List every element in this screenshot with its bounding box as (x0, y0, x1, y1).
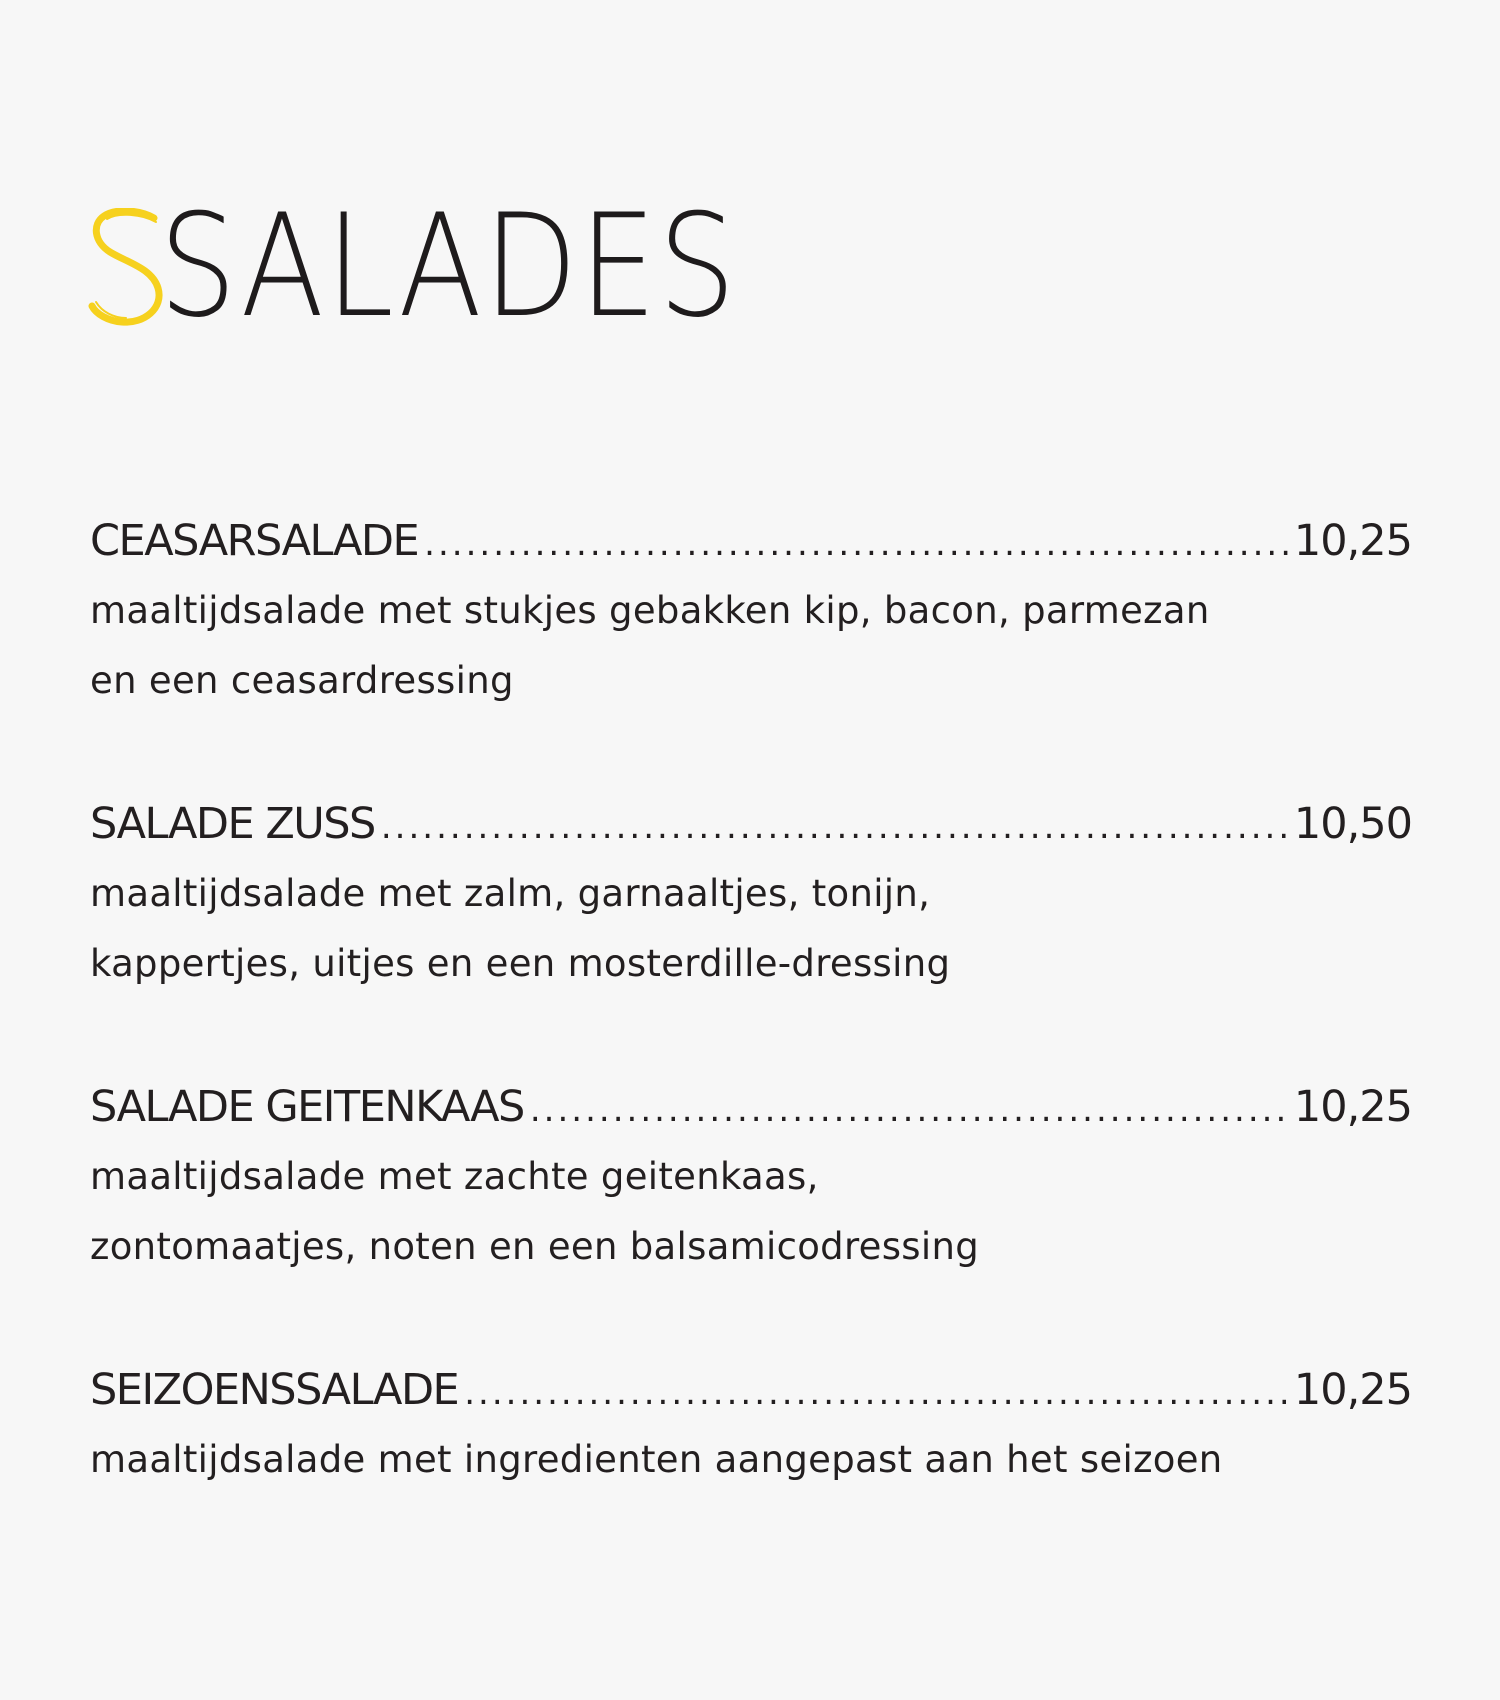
item-description-line: maaltijdsalade met stukjes gebakken kip,… (90, 589, 1210, 632)
item-price: 10,25 (1293, 516, 1413, 566)
yellow-s-logo-icon (88, 208, 163, 326)
item-price: 10,50 (1293, 799, 1413, 849)
item-description-line: en een ceasardressing (90, 659, 514, 702)
page-heading: SALADES (88, 184, 832, 349)
menu-item-row: SEIZOENSSALADE .........................… (90, 1359, 1413, 1421)
item-description-line: kappertjes, uitjes en een mosterdille-dr… (90, 942, 951, 985)
dot-leader: ........................................… (529, 1090, 1288, 1130)
menu-item: SALADE GEITENKAAS ......................… (90, 1076, 1413, 1359)
item-name: SEIZOENSSALADE (90, 1365, 460, 1415)
menu-item-row: CEASARSALADE ...........................… (90, 510, 1413, 572)
menu-list: CEASARSALADE ...........................… (90, 510, 1413, 1642)
menu-item-row: SALADE ZUSS ............................… (90, 793, 1413, 855)
item-price: 10,25 (1293, 1365, 1413, 1415)
item-name: SALADE ZUSS (90, 799, 376, 849)
menu-item: SEIZOENSSALADE .........................… (90, 1359, 1413, 1642)
menu-item: SALADE ZUSS ............................… (90, 793, 1413, 1076)
item-name: SALADE GEITENKAAS (90, 1082, 525, 1132)
item-name: CEASARSALADE (90, 516, 420, 566)
item-description-line: zontomaatjes, noten en een balsamicodres… (90, 1225, 979, 1268)
dot-leader: ........................................… (464, 1373, 1288, 1413)
item-description-line: maaltijdsalade met zalm, garnaaltjes, to… (90, 872, 931, 915)
menu-page: { "heading": { "title": "SALADES", "acce… (0, 0, 1500, 1700)
section-title: SALADES (159, 184, 738, 349)
item-description-line: maaltijdsalade met zachte geitenkaas, (90, 1155, 819, 1198)
dot-leader: ........................................… (424, 524, 1288, 564)
menu-item-row: SALADE GEITENKAAS ......................… (90, 1076, 1413, 1138)
dot-leader: ........................................… (380, 807, 1288, 847)
item-price: 10,25 (1293, 1082, 1413, 1132)
menu-item: CEASARSALADE ...........................… (90, 510, 1413, 793)
item-description-line: maaltijdsalade met ingredienten aangepas… (90, 1438, 1223, 1481)
